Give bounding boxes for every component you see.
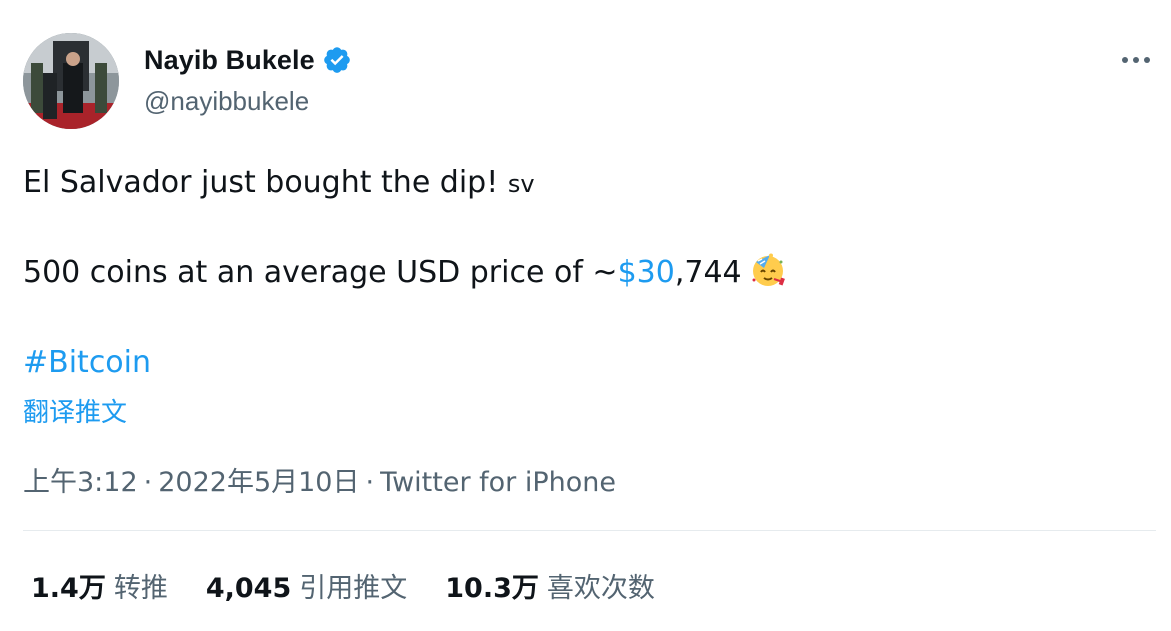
tweet-time[interactable]: 上午3:12 [23,467,138,498]
tweet-line-2: 500 coins at an average USD price of ~$3… [23,250,1143,295]
divider [23,530,1156,531]
cashtag-link[interactable]: $30 [618,255,675,290]
tweet-line-2-suffix: ,744 [674,255,742,290]
quote-tweets-count: 4,045 [205,573,292,604]
partying-face-emoji-icon [750,252,786,288]
tweet-line-3: #Bitcoin [23,340,1143,385]
tweet-source[interactable]: Twitter for iPhone [380,467,616,498]
more-options-icon[interactable] [1118,48,1154,72]
hashtag-link[interactable]: #Bitcoin [23,345,151,380]
likes-label: 喜欢次数 [546,573,655,604]
tweet-line-2-prefix: 500 coins at an average USD price of ~ [23,255,618,290]
retweets-label: 转推 [113,573,168,604]
author-display-name[interactable]: Nayib Bukele [144,45,315,76]
meta-separator: · [365,467,375,498]
verified-badge-icon[interactable] [322,45,352,75]
tweet-card: Nayib Bukele @nayibbukele El Salvador ju… [0,0,1171,631]
quote-tweets-stat[interactable]: 4,045 引用推文 [206,566,407,605]
meta-separator: · [143,467,153,498]
author-info: Nayib Bukele @nayibbukele [144,42,352,117]
retweets-count: 1.4万 [31,573,106,604]
tweet-stats: 1.4万 转推 4,045 引用推文 10.3万 喜欢次数 [31,566,693,605]
likes-count: 10.3万 [445,573,539,604]
author-handle[interactable]: @nayibbukele [144,86,352,117]
name-row: Nayib Bukele [144,42,352,78]
retweets-stat[interactable]: 1.4万 转推 [31,566,168,605]
avatar-photo [23,33,119,129]
likes-stat[interactable]: 10.3万 喜欢次数 [445,566,655,605]
tweet-text: El Salvador just bought the dip! sv 500 … [23,160,1143,385]
quote-tweets-label: 引用推文 [299,573,408,604]
tweet-line-1-text: El Salvador just bought the dip! [23,165,499,200]
tweet-date[interactable]: 2022年5月10日 [158,467,359,498]
tweet-metadata: 上午3:12 · 2022年5月10日 · Twitter for iPhone [23,460,616,499]
flag-sv-text: sv [507,170,535,198]
translate-tweet-link[interactable]: 翻译推文 [23,392,127,429]
tweet-line-1: El Salvador just bought the dip! sv [23,160,1143,205]
author-avatar[interactable] [23,33,119,129]
